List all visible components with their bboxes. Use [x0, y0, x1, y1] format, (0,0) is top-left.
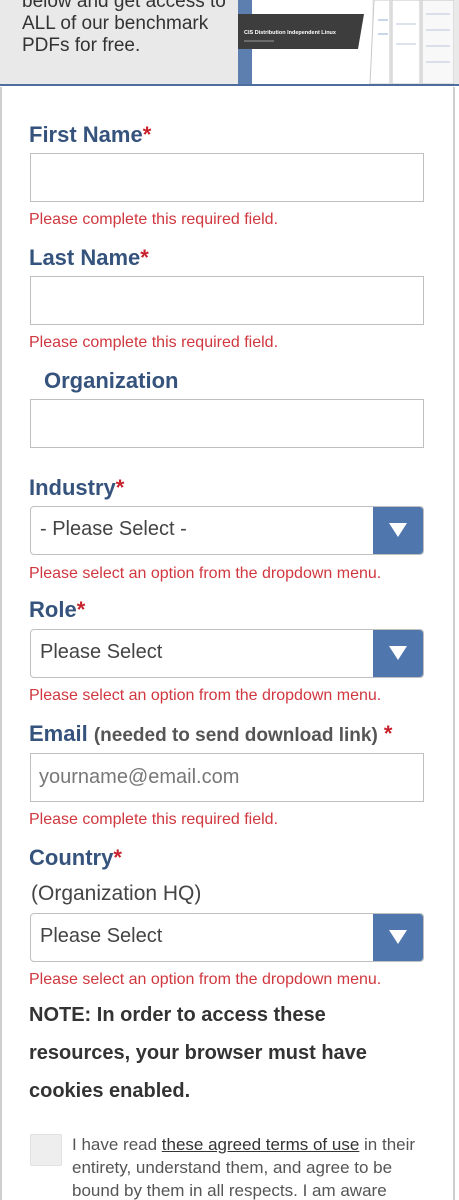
- first-name-error: Please complete this required field.: [29, 211, 279, 228]
- organization-label: Organization: [44, 368, 179, 393]
- organization-input[interactable]: [31, 400, 423, 447]
- email-hint: (needed to send download link): [93, 725, 378, 746]
- country-sublabel: (Organization HQ): [31, 882, 202, 905]
- terms-text: I have read these agreed terms of use in…: [72, 1133, 424, 1200]
- cookies-note: NOTE: In order to access these resources…: [29, 1004, 367, 1102]
- banner-divider: [0, 84, 459, 86]
- last-name-field[interactable]: [30, 276, 424, 325]
- first-name-label-text: First Name: [29, 122, 143, 147]
- last-name-label: Last Name*: [29, 245, 149, 271]
- industry-error: Please select an option from the dropdow…: [29, 565, 382, 582]
- registration-page: below and get access to ALL of our bench…: [0, 0, 459, 1200]
- industry-dropdown-button[interactable]: [373, 507, 423, 554]
- country-error: Please select an option from the dropdow…: [29, 971, 382, 988]
- pdf-stack-illustration: CIS Distribution Independent Linux: [238, 0, 454, 84]
- first-name-field[interactable]: [30, 153, 424, 202]
- required-asterisk: *: [142, 122, 152, 147]
- industry-selected-value: - Please Select -: [40, 518, 187, 540]
- first-name-input[interactable]: [31, 154, 423, 201]
- email-error: Please complete this required field.: [29, 811, 279, 828]
- country-label-text: Country: [29, 845, 114, 870]
- country-select[interactable]: Please Select: [30, 913, 424, 962]
- email-label: Email (needed to send download link) *: [29, 721, 392, 749]
- required-asterisk: *: [383, 721, 393, 746]
- email-field[interactable]: [30, 753, 424, 802]
- terms-of-use-link[interactable]: these agreed terms of use: [162, 1135, 360, 1154]
- industry-label-text: Industry: [29, 475, 116, 500]
- email-input[interactable]: [31, 754, 423, 801]
- role-select[interactable]: Please Select: [30, 629, 424, 678]
- email-label-text: Email: [29, 721, 88, 746]
- benchmark-pdf-preview-image: CIS Distribution Independent Linux: [238, 0, 454, 84]
- country-dropdown-button[interactable]: [373, 914, 423, 961]
- country-label: Country*: [29, 845, 122, 871]
- triangle-down-icon: [389, 523, 407, 537]
- download-banner: below and get access to ALL of our bench…: [0, 0, 459, 86]
- industry-label: Industry*: [29, 475, 124, 501]
- banner-text: below and get access to ALL of our bench…: [22, 0, 226, 56]
- role-dropdown-button[interactable]: [373, 630, 423, 677]
- role-label-text: Role: [29, 597, 77, 622]
- last-name-label-text: Last Name: [29, 245, 141, 270]
- required-asterisk: *: [140, 245, 149, 270]
- triangle-down-icon: [389, 930, 407, 944]
- role-label: Role*: [29, 597, 85, 623]
- required-asterisk: *: [115, 475, 125, 500]
- last-name-input[interactable]: [31, 277, 423, 324]
- required-asterisk: *: [113, 845, 122, 870]
- role-selected-value: Please Select: [40, 641, 163, 663]
- role-error: Please select an option from the dropdow…: [29, 687, 382, 704]
- terms-checkbox[interactable]: [30, 1134, 62, 1166]
- required-asterisk: *: [76, 597, 86, 622]
- first-name-label: First Name*: [29, 122, 151, 148]
- triangle-down-icon: [389, 646, 407, 660]
- last-name-error: Please complete this required field.: [29, 334, 279, 351]
- organization-field[interactable]: [30, 399, 424, 448]
- industry-select[interactable]: - Please Select -: [30, 506, 424, 555]
- pdf-cover-title: CIS Distribution Independent Linux: [244, 30, 337, 36]
- country-selected-value: Please Select: [40, 925, 163, 947]
- terms-prefix: I have read: [72, 1135, 162, 1154]
